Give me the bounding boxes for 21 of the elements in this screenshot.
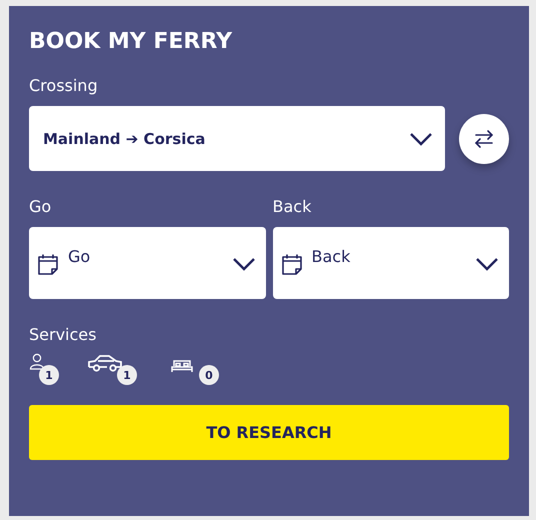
- crossing-label: Crossing: [29, 76, 99, 96]
- date-label: Go: [29, 197, 52, 217]
- panel-title: BOOK MY FERRY: [29, 28, 234, 56]
- services-label: Services: [29, 325, 98, 345]
- crossing-select[interactable]: Mainland ➔ Corsica: [29, 106, 445, 171]
- count-badge: 0: [199, 365, 219, 385]
- calendar-icon: [280, 252, 304, 276]
- date-label: Back: [272, 197, 312, 217]
- date-field[interactable]: Go: [29, 227, 266, 299]
- swap-button[interactable]: [459, 114, 509, 164]
- chevron-down-icon: [409, 132, 433, 146]
- bed-icon[interactable]: [171, 359, 193, 373]
- chevron-down-icon: [475, 257, 499, 271]
- date-field[interactable]: Back: [272, 227, 509, 299]
- search-button[interactable]: TO RESEARCH: [29, 405, 509, 460]
- count-badge: 1: [117, 365, 137, 385]
- car-icon[interactable]: [87, 353, 123, 373]
- calendar-icon: [36, 252, 60, 276]
- count-badge: 1: [39, 365, 59, 385]
- person-icon[interactable]: [29, 353, 45, 370]
- chevron-down-icon: [232, 257, 256, 271]
